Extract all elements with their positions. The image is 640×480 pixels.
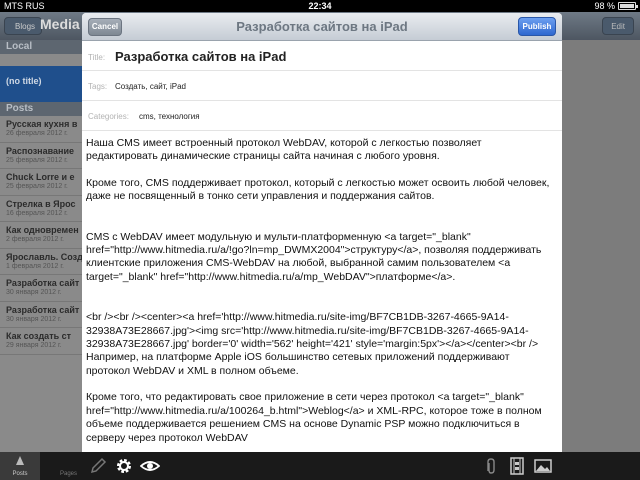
- paperclip-icon[interactable]: [481, 456, 501, 476]
- post-date: 16 февраля 2012 г.: [6, 209, 68, 217]
- content-paragraph: Кроме того, что редактировать свое прило…: [86, 391, 542, 444]
- pin-icon: [16, 456, 24, 465]
- posts-list: Русская кухня в 26 февраля 2012 г. Распозн…: [0, 116, 82, 355]
- edit-button[interactable]: Edit: [602, 17, 634, 35]
- post-title: Разработка сайт: [6, 304, 80, 315]
- post-title: Ярославль. Созд: [6, 251, 82, 262]
- post-list-item[interactable]: Chuck Lorre и е 25 февраля 2012 г.: [0, 169, 82, 196]
- cancel-button[interactable]: Cancel: [88, 18, 122, 36]
- battery-percent: 98 %: [594, 1, 615, 11]
- bottom-toolbar: Posts Pages: [0, 452, 640, 480]
- battery-indicator: 98 %: [594, 0, 638, 12]
- post-date: 29 января 2012 г.: [6, 342, 62, 349]
- post-list-item[interactable]: Как одновремен 2 февраля 2012 г.: [0, 222, 82, 249]
- post-list-item[interactable]: Стрелка в Ярос 16 февраля 2012 г.: [0, 196, 82, 222]
- post-list-item[interactable]: Разработка сайт 30 января 2012 г.: [0, 302, 82, 328]
- tags-field[interactable]: Tags: Создать, сайт, iPad: [82, 71, 562, 101]
- gear-icon[interactable]: [114, 456, 134, 476]
- title-field[interactable]: Title: Разработка сайтов на iPad: [82, 41, 562, 71]
- post-date: 26 февраля 2012 г.: [6, 130, 68, 137]
- post-title: Русская кухня в: [6, 119, 78, 129]
- post-date: 2 февраля 2012 г.: [6, 236, 64, 243]
- tags-input[interactable]: Создать, сайт, iPad: [115, 82, 186, 91]
- categories-value[interactable]: cms, технология: [139, 112, 200, 121]
- post-list-item[interactable]: Ярославль. Созд 1 февраля 2012 г.: [0, 249, 82, 275]
- post-title: Разработка сайт: [6, 278, 80, 288]
- pencil-icon[interactable]: [88, 456, 108, 476]
- film-icon[interactable]: [507, 456, 527, 476]
- posts-tab[interactable]: Posts: [0, 452, 40, 480]
- local-draft-item[interactable]: (no title): [0, 66, 82, 102]
- post-list-item[interactable]: Распознавание 25 февраля 2012 г.: [0, 143, 82, 169]
- post-list-item[interactable]: Разработка сайт 30 января 2012 г.: [0, 275, 82, 302]
- categories-label: Categories:: [88, 112, 129, 121]
- modal-navbar: Разработка сайтов на iPad Cancel Publish: [82, 13, 562, 41]
- content-paragraph: Наша CMS имеет встроенный протокол WebDA…: [86, 137, 482, 163]
- post-title: Распознавание: [6, 145, 75, 156]
- post-title: Стрелка в Ярос: [6, 198, 76, 209]
- post-list-item[interactable]: Русская кухня в 26 февраля 2012 г.: [0, 116, 82, 143]
- categories-field[interactable]: Categories: cms, технология: [82, 101, 562, 131]
- image-icon[interactable]: [533, 456, 553, 476]
- media-title: Media: [40, 16, 80, 32]
- blogs-button[interactable]: Blogs: [4, 17, 43, 35]
- title-label: Title:: [88, 53, 106, 62]
- content-paragraph: CMS с WebDAV имеет модульную и мульти-пл…: [86, 230, 542, 283]
- background-detail-pane: [562, 40, 640, 452]
- modal-title: Разработка сайтов на iPad: [236, 19, 408, 34]
- post-title: Как создать ст: [6, 331, 72, 341]
- post-date: 30 января 2012 г.: [6, 289, 62, 296]
- title-input[interactable]: Разработка сайтов на iPad: [115, 49, 286, 64]
- clock: 22:34: [308, 1, 332, 11]
- status-bar: MTS RUS 22:34 98 %: [0, 0, 640, 12]
- pages-tab-label[interactable]: Pages: [60, 471, 77, 477]
- post-date: 25 февраля 2012 г.: [6, 156, 68, 164]
- tags-label: Tags:: [88, 82, 108, 91]
- local-section-header: Local: [0, 40, 82, 54]
- post-editor-modal: Разработка сайтов на iPad Cancel Publish…: [82, 13, 562, 453]
- post-date: 25 февраля 2012 г.: [6, 183, 68, 190]
- content-paragraph: Кроме того, CMS поддерживает протокол, к…: [86, 176, 550, 203]
- post-date: 1 февраля 2012 г.: [6, 262, 64, 270]
- post-title: Как одновремен: [6, 225, 79, 235]
- eye-icon[interactable]: [140, 456, 160, 476]
- publish-button[interactable]: Publish: [518, 17, 556, 36]
- post-title: Chuck Lorre и е: [6, 172, 75, 182]
- posts-section-header: Posts: [0, 102, 82, 116]
- content-paragraph: <br /><br /><center><a href='http://www.…: [86, 311, 539, 377]
- post-date: 30 января 2012 г.: [6, 315, 62, 323]
- posts-tab-label: Posts: [12, 471, 28, 477]
- post-content-editor[interactable]: Наша CMS имеет встроенный протокол WebDA…: [86, 137, 556, 445]
- post-list-item[interactable]: Как создать ст 29 января 2012 г.: [0, 328, 82, 355]
- battery-icon: [618, 2, 638, 10]
